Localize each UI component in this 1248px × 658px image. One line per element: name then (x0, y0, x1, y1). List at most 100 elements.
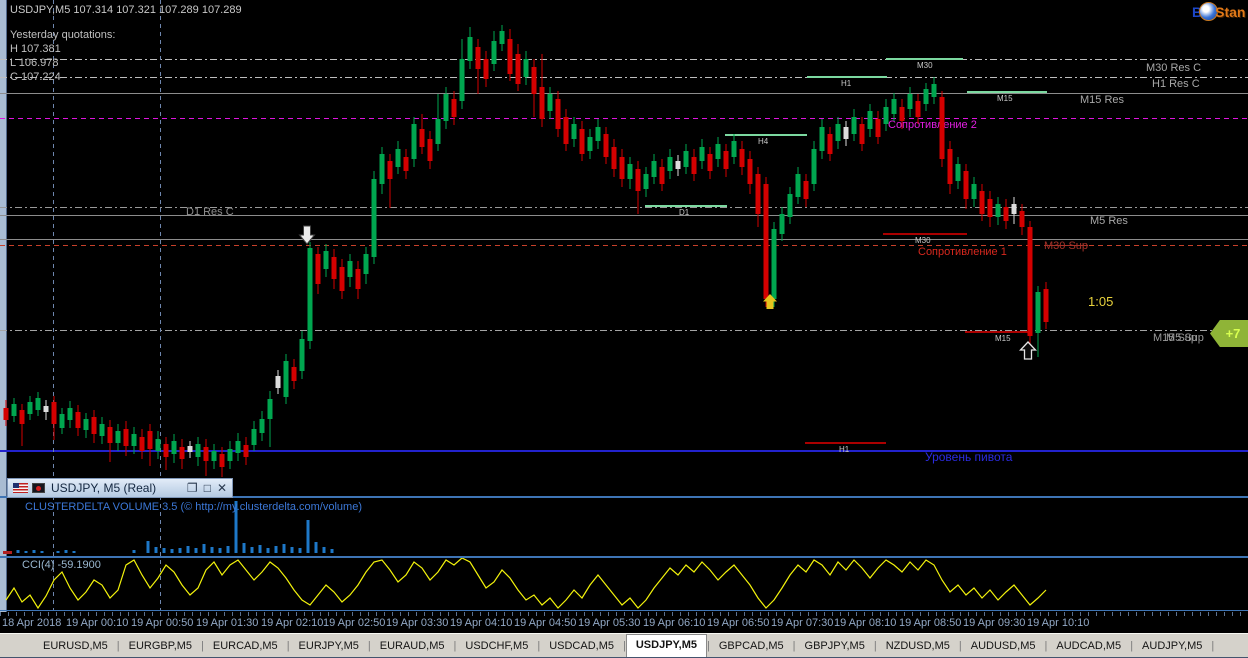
price-alert-tag[interactable]: +7 (1210, 320, 1248, 347)
chart-symbol-quote: USDJPY,M5 107.314 107.321 107.289 107.28… (10, 4, 242, 16)
candle-body (403, 157, 409, 171)
yesterday-low: L 106.978 (10, 57, 59, 69)
candle-body (251, 429, 257, 445)
tab-audjpy[interactable]: AUDJPY,M5 (1133, 636, 1211, 658)
level-segment[interactable] (725, 134, 807, 136)
tab-eurgbp[interactable]: EURGBP,M5 (120, 636, 201, 658)
time-axis[interactable]: 18 Apr 2018 19 Apr 00:10 19 Apr 00:50 19 Ap… (0, 612, 1248, 633)
level-segment[interactable] (807, 76, 887, 78)
tab-audusd[interactable]: AUDUSD,M5 (962, 636, 1045, 658)
candle-body (923, 89, 929, 104)
pane-separator[interactable] (0, 610, 1248, 611)
candle-body (99, 424, 105, 436)
yesterday-quotations: Yesterday quotations: H 107.381 L 106.97… (10, 28, 115, 84)
yesterday-high: H 107.381 (10, 43, 61, 55)
tab-euraud[interactable]: EURAUD,M5 (371, 636, 454, 658)
maximize-window-button[interactable]: □ (204, 482, 211, 494)
segment-label: H1 (841, 79, 852, 88)
candle-body (915, 101, 921, 117)
tab-audcad[interactable]: AUDCAD,M5 (1047, 636, 1130, 658)
candle-body (587, 137, 593, 151)
candle-body (443, 94, 449, 121)
volume-bar (24, 551, 28, 553)
tab-eurusd[interactable]: EURUSD,M5 (34, 636, 117, 658)
volume-bar (258, 545, 262, 553)
time-axis-label: 19 Apr 00:10 (66, 617, 129, 629)
time-axis-label: 19 Apr 06:50 (707, 617, 770, 629)
label-m30-res-c: M30 Res C (1146, 62, 1202, 74)
vertical-separator-line (53, 0, 54, 611)
tab-usdchf[interactable]: USDCHF,M5 (456, 636, 537, 658)
candle-body (59, 414, 65, 428)
volume-bar (226, 546, 230, 553)
volume-bar (178, 548, 182, 553)
time-axis-label: 19 Apr 04:50 (514, 617, 577, 629)
restore-window-button[interactable]: ❐ (187, 482, 198, 494)
candle-body (467, 37, 473, 61)
candle-body (83, 419, 89, 430)
tab-nzdusd[interactable]: NZDUSD,M5 (877, 636, 959, 658)
candle-body (299, 339, 305, 371)
level-line[interactable] (0, 330, 1248, 331)
time-axis-label: 19 Apr 03:30 (386, 617, 449, 629)
level-line[interactable] (0, 450, 1248, 452)
label-m15-res: M15 Res (1080, 94, 1125, 106)
candle-body (259, 419, 265, 433)
level-segment[interactable] (965, 331, 1030, 333)
volume-bar (282, 544, 286, 553)
level-line[interactable] (0, 77, 1248, 78)
level-line[interactable] (0, 59, 1248, 60)
level-segment[interactable] (645, 205, 727, 207)
tab-eurjpy[interactable]: EURJPY,M5 (290, 636, 368, 658)
level-line[interactable] (0, 93, 1248, 94)
tab-gbpcad[interactable]: GBPCAD,M5 (710, 636, 793, 658)
candle-body (91, 417, 97, 434)
candle-body (691, 157, 697, 174)
candle-body (547, 94, 553, 111)
broker-watermark: B Stan (1192, 2, 1245, 21)
candle-body (683, 151, 689, 167)
chart-window-title: USDJPY, M5 (Real) (51, 481, 157, 495)
candle-body (563, 117, 569, 144)
level-segment[interactable] (805, 442, 886, 444)
candle-body (427, 139, 433, 161)
tab-usdjpy[interactable]: USDJPY,M5 (625, 634, 707, 658)
candle-body (579, 129, 585, 154)
candle-body (931, 84, 937, 97)
volume-bar (306, 520, 310, 553)
segment-label: M30 (915, 236, 931, 245)
level-segment[interactable] (883, 233, 967, 235)
candle-body (475, 47, 481, 69)
candle-body (139, 437, 145, 451)
candle-body (67, 408, 73, 420)
tab-gbpjpy[interactable]: GBPJPY,M5 (796, 636, 874, 658)
close-window-button[interactable]: ✕ (217, 482, 227, 494)
pane-separator[interactable] (0, 556, 1248, 558)
label-m30-sup: M30 Sup (1044, 240, 1089, 252)
volume-bar (298, 548, 302, 553)
tab-eurcad[interactable]: EURCAD,M5 (204, 636, 287, 658)
volume-bar (218, 548, 222, 553)
level-segment[interactable] (967, 91, 1047, 93)
candle-body (35, 398, 41, 410)
time-axis-label: 19 Apr 10:10 (1027, 617, 1090, 629)
candle-body (707, 154, 713, 171)
candle-body (891, 99, 897, 114)
candle-body (835, 124, 841, 141)
candle-body (75, 412, 81, 428)
tab-usdcad[interactable]: USDCAD,M5 (540, 636, 623, 658)
candle-body (11, 404, 17, 416)
candle-body (955, 164, 961, 181)
time-axis-ticks (0, 612, 1248, 616)
chart-window-titlebar[interactable]: USDJPY, M5 (Real) ❐ □ ✕ (7, 478, 233, 498)
segment-label: H4 (758, 137, 769, 146)
level-segment[interactable] (886, 58, 963, 60)
volume-bar (266, 548, 270, 553)
candle-body (395, 149, 401, 167)
candle-body (275, 376, 281, 388)
level-line[interactable] (0, 118, 1248, 119)
candle-body (875, 119, 881, 137)
candle-body (539, 87, 545, 119)
candle-body (115, 431, 121, 443)
candle-body (171, 441, 177, 454)
